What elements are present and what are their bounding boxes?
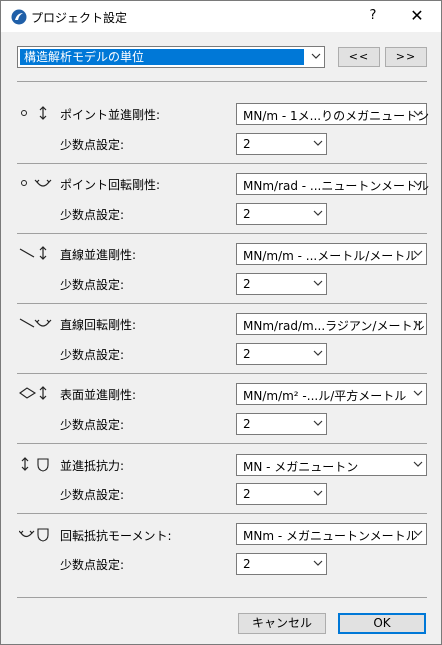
- translation-resistance-decimals-select[interactable]: 2: [236, 483, 327, 505]
- point-rotation-icon: [21, 179, 52, 187]
- rotation-resistance-label: 回転抵抗モーメント:: [60, 529, 172, 543]
- previous-page-button[interactable]: <<: [338, 47, 380, 67]
- surface-translation-icon: [19, 386, 47, 400]
- line-translation-decimals-select[interactable]: 2: [236, 273, 327, 295]
- rotation-resistance-icon: [19, 528, 49, 542]
- chevron-down-icon: [413, 180, 423, 186]
- rotation-resistance-decimals-select[interactable]: 2: [236, 553, 327, 575]
- cancel-button[interactable]: キャンセル: [238, 613, 326, 634]
- rotation-resistance-decimals-label: 少数点設定:: [60, 558, 125, 572]
- chevron-down-icon: [313, 350, 323, 356]
- surface-translation-unit-select[interactable]: MN/m/m² -...ル/平方メートル: [236, 383, 427, 405]
- point-rotation-unit-select[interactable]: MNm/rad - ...ニュートンメートル: [236, 173, 429, 195]
- divider: [17, 513, 427, 514]
- archicad-app-icon: [11, 9, 27, 25]
- divider: [17, 81, 427, 82]
- project-settings-dialog: プロジェクト設定 ? ✕ 構造解析モデルの単位 << >> ポイント並進剛性: …: [0, 0, 442, 645]
- line-translation-unit-select[interactable]: MN/m/m - ...メートル/メートル: [236, 243, 427, 265]
- settings-category-select[interactable]: 構造解析モデルの単位: [17, 46, 325, 68]
- point-translation-icon: [21, 106, 47, 120]
- line-translation-label: 直線並進剛性:: [60, 248, 137, 262]
- divider: [17, 163, 427, 164]
- point-translation-decimals-select[interactable]: 2: [236, 133, 327, 155]
- line-rotation-icon: [19, 318, 52, 328]
- line-rotation-unit-select[interactable]: MNm/rad/m...ラジアン/メートル: [236, 313, 427, 335]
- surface-translation-decimals-select[interactable]: 2: [236, 413, 327, 435]
- divider: [17, 373, 427, 374]
- translation-resistance-decimals-label: 少数点設定:: [60, 488, 125, 502]
- title-bar: プロジェクト設定 ? ✕: [1, 1, 441, 32]
- translation-resistance-icon: [21, 457, 49, 472]
- line-translation-decimals-label: 少数点設定:: [60, 278, 125, 292]
- line-rotation-label: 直線回転剛性:: [60, 318, 137, 332]
- point-rotation-label: ポイント回転剛性:: [60, 178, 161, 192]
- chevron-down-icon: [413, 320, 423, 326]
- chevron-down-icon: [413, 530, 423, 536]
- point-rotation-decimals-select[interactable]: 2: [236, 203, 327, 225]
- chevron-down-icon: [413, 110, 423, 116]
- chevron-down-icon: [413, 390, 423, 396]
- next-page-button[interactable]: >>: [385, 47, 427, 67]
- divider: [17, 597, 427, 598]
- surface-translation-decimals-label: 少数点設定:: [60, 418, 125, 432]
- chevron-down-icon: [313, 490, 323, 496]
- chevron-down-icon: [413, 461, 423, 467]
- divider: [17, 233, 427, 234]
- chevron-down-icon: [413, 250, 423, 256]
- chevron-down-icon: [313, 140, 323, 146]
- divider: [17, 303, 427, 304]
- line-translation-icon: [19, 246, 47, 260]
- chevron-down-icon: [313, 280, 323, 286]
- ok-button[interactable]: OK: [338, 613, 426, 634]
- settings-category-value: 構造解析モデルの単位: [20, 49, 304, 65]
- line-rotation-decimals-select[interactable]: 2: [236, 343, 327, 365]
- surface-translation-label: 表面並進剛性:: [60, 388, 137, 402]
- point-rotation-decimals-label: 少数点設定:: [60, 208, 125, 222]
- point-translation-decimals-label: 少数点設定:: [60, 138, 125, 152]
- rotation-resistance-unit-select[interactable]: MNm - メガニュートンメートル: [236, 523, 427, 545]
- close-button[interactable]: ✕: [405, 5, 429, 27]
- window-title: プロジェクト設定: [31, 11, 128, 25]
- help-button[interactable]: ?: [361, 5, 385, 27]
- divider: [17, 443, 427, 444]
- chevron-down-icon: [313, 560, 323, 566]
- line-rotation-decimals-label: 少数点設定:: [60, 348, 125, 362]
- translation-resistance-label: 並進抵抗力:: [60, 459, 125, 473]
- chevron-down-icon: [311, 53, 321, 59]
- point-translation-unit-select[interactable]: MN/m - 1メ...りのメガニュートン: [236, 103, 429, 125]
- chevron-down-icon: [313, 420, 323, 426]
- point-translation-label: ポイント並進剛性:: [60, 108, 161, 122]
- translation-resistance-unit-select[interactable]: MN - メガニュートン: [236, 454, 427, 476]
- chevron-down-icon: [313, 210, 323, 216]
